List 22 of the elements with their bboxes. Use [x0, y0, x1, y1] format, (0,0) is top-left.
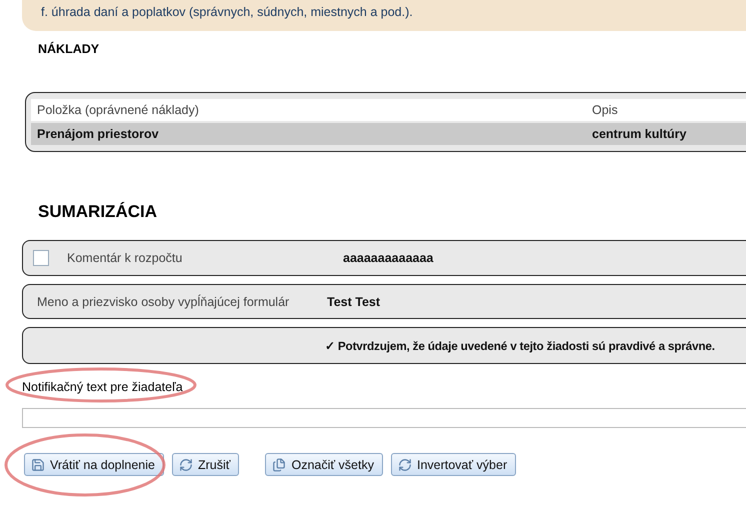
refresh-icon	[179, 458, 193, 472]
column-header: Opis	[592, 103, 618, 117]
field-label: Meno a priezvisko osoby vypĺňajúcej formulár	[37, 294, 290, 308]
confirmation-text: ✓ Potvrdzujem, že údaje uvedené v tejto žiadosti sú pravdivé a správne.	[325, 338, 715, 352]
section-title: SUMARIZÁCIA	[38, 202, 158, 222]
field-value: aaaaaaaaaaaaa	[343, 251, 434, 265]
column-header: Položka (oprávnené náklady)	[36, 103, 200, 117]
action-button[interactable]: Invertovať výber	[390, 453, 516, 476]
refresh-icon	[398, 458, 412, 472]
table-cell-text: Prenájom priestorov	[36, 127, 160, 141]
field-label: Komentár k rozpočtu	[67, 251, 184, 265]
section-title: NÁKLADY	[38, 42, 100, 56]
action-button[interactable]: Vrátiť na doplnenie	[24, 453, 164, 476]
notification-input[interactable]	[22, 408, 746, 428]
field-value: Test Test	[327, 294, 380, 308]
checkbox[interactable]	[33, 250, 49, 266]
field-label: Notifikačný text pre žiadateľa	[22, 380, 183, 394]
action-button[interactable]: Zrušiť	[172, 453, 240, 476]
notice-text: f. úhrada daní a poplatkov (správnych, súdnych, miestnych a pod.).	[41, 4, 414, 21]
action-button[interactable]: Označiť všetky	[265, 453, 383, 476]
copy-icon	[272, 458, 286, 472]
table-cell: centrum kultúry	[592, 127, 686, 141]
